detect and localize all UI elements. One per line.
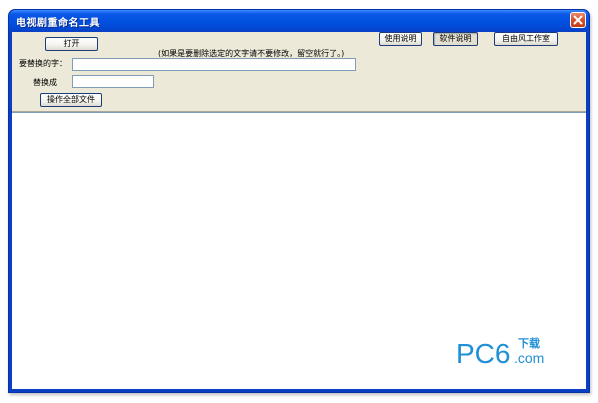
app-window: 电视剧重命名工具 打开 (如果是要删除选定的文字请不要修改，留空就行了。) 使用… bbox=[8, 9, 590, 393]
title-bar[interactable]: 电视剧重命名工具 bbox=[9, 10, 589, 32]
studio-button[interactable]: 自由风工作室 bbox=[494, 32, 558, 46]
replace-label: 替换成 bbox=[33, 78, 57, 87]
watermark-brand: PC6 bbox=[456, 338, 510, 369]
close-x-icon bbox=[573, 15, 583, 25]
pc6-watermark-logo: PC6 下载 .com bbox=[456, 333, 568, 373]
close-button[interactable] bbox=[570, 12, 586, 28]
open-button[interactable]: 打开 bbox=[45, 37, 98, 51]
watermark-suffix: .com bbox=[514, 350, 544, 366]
pc6-logo-icon: PC6 下载 .com bbox=[456, 336, 544, 369]
find-label: 要替换的字： bbox=[19, 59, 67, 68]
software-info-button[interactable]: 软件说明 bbox=[433, 32, 478, 46]
client-area: 打开 (如果是要删除选定的文字请不要修改，留空就行了。) 使用说明 软件说明 自… bbox=[12, 32, 586, 389]
replace-text-input[interactable] bbox=[72, 75, 154, 88]
process-all-files-button[interactable]: 操作全部文件 bbox=[40, 93, 102, 107]
watermark-chinese: 下载 bbox=[518, 336, 540, 350]
file-list-area[interactable]: PC6 下载 .com bbox=[12, 112, 586, 389]
control-panel: 打开 (如果是要删除选定的文字请不要修改，留空就行了。) 使用说明 软件说明 自… bbox=[12, 32, 586, 112]
usage-button[interactable]: 使用说明 bbox=[379, 32, 422, 46]
find-text-input[interactable] bbox=[72, 58, 356, 71]
window-title: 电视剧重命名工具 bbox=[16, 18, 100, 29]
